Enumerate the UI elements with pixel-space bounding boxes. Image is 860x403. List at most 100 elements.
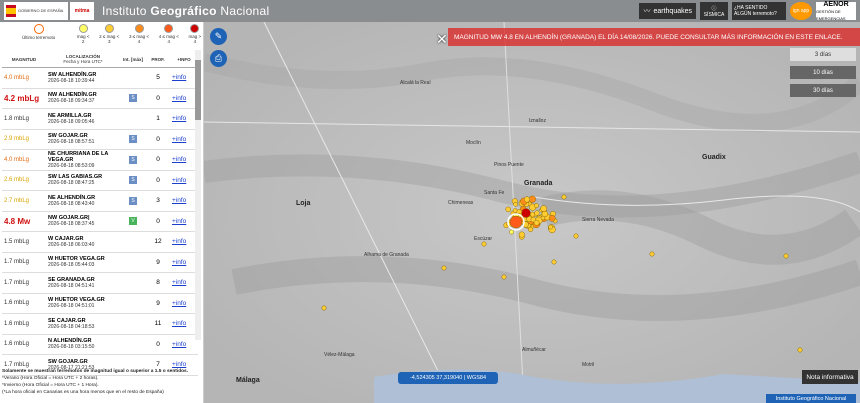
col-magnitude[interactable]: MAGNITUD (2, 51, 46, 68)
earthquakes-app-button[interactable]: 〰 earthquakes (639, 3, 696, 19)
measure-tool-button[interactable]: ✎ (210, 28, 227, 45)
row-info-link[interactable]: +info (170, 190, 198, 212)
legend-item: 2 ≤ mag < 3 (97, 24, 121, 44)
range-3-days[interactable]: 3 días (790, 48, 856, 61)
row-intensity[interactable] (120, 231, 146, 253)
row-info-link[interactable]: +info (170, 211, 198, 232)
aenor-logo[interactable]: AENOR GESTIÓN DE EMERGENCIAS (816, 1, 856, 21)
row-location: NE CHURRIANA DE LA VEGA.GR 2026-08-18 08:… (46, 149, 120, 171)
row-intensity[interactable] (120, 272, 146, 294)
col-intensity[interactable]: Int. [máx] (120, 51, 146, 68)
row-location: N ALHENDÍN.GR 2026-08-18 03:15:50 (46, 334, 120, 355)
map-terrain (204, 22, 860, 403)
row-intensity[interactable] (120, 67, 146, 89)
intensity-badge[interactable]: S (129, 155, 137, 164)
row-info-link[interactable]: +info (170, 129, 198, 150)
row-intensity[interactable] (120, 313, 146, 335)
footnote: Solamente se muestran terremotos de magn… (2, 368, 202, 396)
col-depth[interactable]: PROF. (146, 51, 170, 68)
table-row[interactable]: 1.7 mbLg SE GRANADA.GR 2026-08-18 04:51:41… (2, 272, 198, 294)
spain-flag-icon (6, 5, 16, 17)
gov-logo[interactable]: GOBIERNO DE ESPAÑA (4, 2, 68, 20)
row-location: SE GRANADA.GR 2026-08-18 04:51:41 (46, 272, 120, 294)
print-button[interactable]: ⎙ (210, 50, 227, 67)
row-info-link[interactable]: +info (170, 88, 198, 109)
intensity-badge[interactable]: S (129, 176, 137, 185)
row-magnitude: 1.7 mbLg (2, 272, 46, 294)
intensity-badge[interactable]: S (129, 196, 137, 205)
place-alcala: Alcalá la Real (400, 80, 431, 86)
col-location[interactable]: LOCALIZACIÓN Fecha y Hora UTC* (46, 51, 120, 68)
table-row[interactable]: 1.5 mbLg W CAJAR.GR 2026-08-18 06:03:40 12 +… (2, 231, 198, 253)
row-intensity[interactable] (120, 293, 146, 314)
legend-item: mag < 2 (75, 24, 91, 44)
intensity-badge[interactable]: V (129, 217, 137, 226)
row-intensity[interactable]: V (120, 211, 146, 232)
row-magnitude: 1.6 mbLg (2, 313, 46, 335)
row-info-link[interactable]: +info (170, 149, 198, 171)
table-row[interactable]: 1.6 mbLg SE CAJAR.GR 2026-08-18 04:18:53 11… (2, 313, 198, 335)
ign-app-button[interactable]: ign app (790, 2, 812, 20)
row-info-link[interactable]: +info (170, 252, 198, 273)
row-magnitude: 1.7 mbLg (2, 252, 46, 273)
row-intensity[interactable]: S (120, 190, 146, 212)
row-magnitude: 1.6 mbLg (2, 334, 46, 355)
table-row[interactable]: 4.8 Mw NW GOJAR.GR| 2026-08-18 08:37:45 V 0 +… (2, 211, 198, 232)
row-info-link[interactable]: +info (170, 272, 198, 294)
table-row[interactable]: 1.6 mbLg N ALHENDÍN.GR 2026-08-18 03:15:50… (2, 334, 198, 355)
table-row[interactable]: 4.0 mbLg SW ALHENDÍN.GR 2026-08-18 10:39:4… (2, 67, 198, 89)
coordinate-readout: -4,524305 37,319040 | WGS84 (398, 372, 498, 384)
row-intensity[interactable]: S (120, 88, 146, 109)
place-velez: Vélez-Málaga (324, 352, 355, 358)
col-info[interactable]: +INFO (170, 51, 198, 68)
alert-banner[interactable]: MAGNITUD MW 4.8 EN ALHENDÍN (GRANADA) EL… (448, 28, 860, 46)
range-30-days[interactable]: 30 días (790, 84, 856, 97)
row-intensity[interactable]: S (120, 170, 146, 191)
nota-informativa-button[interactable]: Nota informativa (802, 370, 858, 384)
legend-mags: mag < 2 2 ≤ mag < 3 3 ≤ mag < 4 4 ≤ mag < 4… (75, 24, 203, 44)
row-info-link[interactable]: +info (170, 67, 198, 89)
legend-item: 4 ≤ mag < 4 (157, 24, 181, 44)
legend-item: 3 ≤ mag < 4 (127, 24, 151, 44)
felt-report-button[interactable]: ¿HA SENTIDO ALGÚN terremoto? (732, 2, 786, 20)
table-row[interactable]: 4.0 mbLg NE CHURRIANA DE LA VEGA.GR 2026-0… (2, 149, 198, 171)
sismica-button[interactable]: ⓘ SÍSMICA (700, 2, 728, 20)
table-row[interactable]: 4.2 mbLg NW ALHENDÍN.GR 2026-08-18 09:34:3… (2, 88, 198, 109)
row-intensity[interactable] (120, 334, 146, 355)
row-info-link[interactable]: +info (170, 293, 198, 314)
site-title[interactable]: Instituto Geográfico Nacional (102, 4, 269, 18)
place-santafe: Santa Fe (484, 190, 505, 196)
list-scrollbar[interactable] (195, 50, 201, 340)
row-intensity[interactable] (120, 252, 146, 273)
earthquake-list-panel: Último terremoto mag < 2 2 ≤ mag < 3 3 ≤ m… (0, 22, 204, 403)
magnitude-dot-icon (104, 24, 114, 33)
row-intensity[interactable]: S (120, 149, 146, 171)
aenor-sub: GESTIÓN DE EMERGENCIAS (816, 8, 846, 21)
row-info-link[interactable]: +info (170, 313, 198, 335)
row-info-link[interactable]: +info (170, 170, 198, 191)
table-row[interactable]: 2.9 mbLg SW GOJAR.GR 2026-08-18 08:57:51 S 0… (2, 129, 198, 150)
close-banner-icon[interactable]: ✕ (436, 31, 448, 48)
table-row[interactable]: 1.7 mbLg W HUETOR VEGA.GR 2026-08-18 05:44… (2, 252, 198, 273)
map-credit[interactable]: Instituto Geográfico Nacional (766, 394, 856, 403)
table-row[interactable]: 1.6 mbLg W HUETOR VEGA.GR 2026-08-18 04:51… (2, 293, 198, 314)
table-row[interactable]: 2.7 mbLg NE ALHENDÍN.GR 2026-08-18 08:43:4… (2, 190, 198, 212)
row-info-link[interactable]: +info (170, 334, 198, 355)
table-row[interactable]: 1.8 mbLg NE ARMILLA.GR 2026-08-18 09:05:46… (2, 108, 198, 130)
seismic-map[interactable]: Granada Loja Alhama de Granada Guadix Má… (204, 22, 860, 403)
range-10-days[interactable]: 10 días (790, 66, 856, 79)
last-quake-legend: Último terremoto (22, 24, 55, 40)
intensity-badge[interactable]: S (129, 135, 137, 144)
place-granada: Granada (524, 180, 553, 187)
row-depth: 3 (146, 190, 170, 212)
row-intensity[interactable] (120, 108, 146, 130)
row-info-link[interactable]: +info (170, 231, 198, 253)
place-guadix: Guadix (702, 154, 726, 161)
row-intensity[interactable]: S (120, 129, 146, 150)
intensity-badge[interactable]: S (129, 94, 137, 103)
row-info-link[interactable]: +info (170, 108, 198, 130)
table-row[interactable]: 2.6 mbLg SW LAS GABIAS.GR 2026-08-18 08:47… (2, 170, 198, 191)
row-location: W HUETOR VEGA.GR 2026-08-18 05:44:03 (46, 252, 120, 273)
scroll-thumb[interactable] (195, 60, 201, 120)
mitma-logo[interactable]: mitma (70, 2, 94, 20)
